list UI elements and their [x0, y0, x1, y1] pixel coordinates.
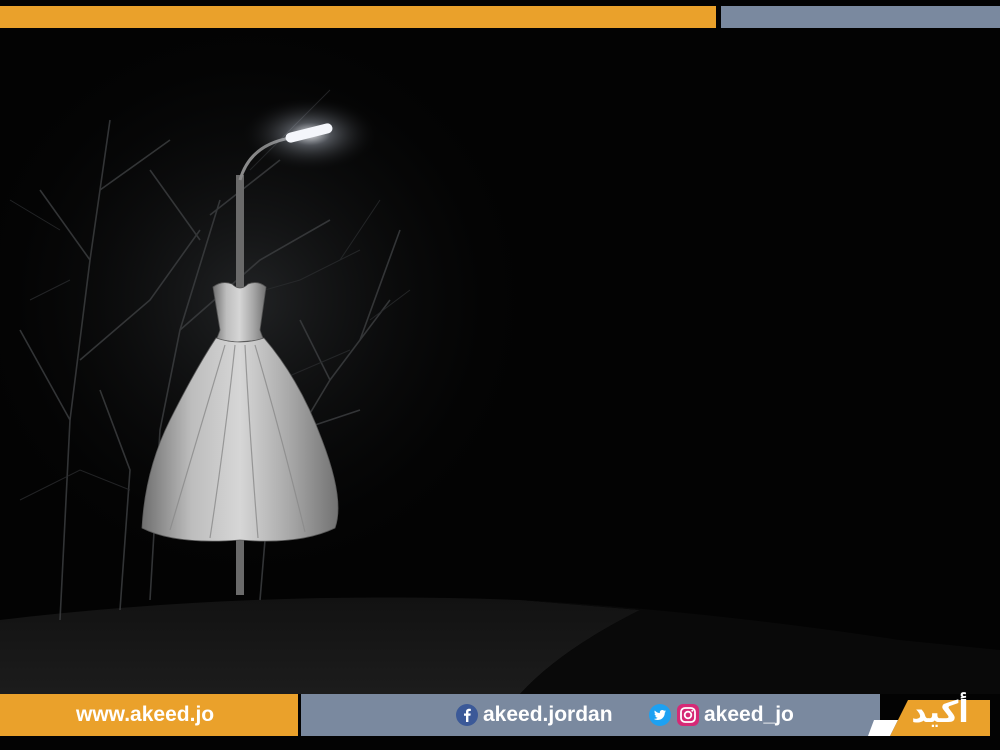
instagram-icon[interactable] [676, 703, 700, 727]
akeed-logo: أكيد [868, 692, 990, 736]
footer-bar: www.akeed.jo akeed.jordan akeed_jo أكيد [0, 692, 1000, 736]
facebook-handle: akeed.jordan [483, 703, 613, 726]
twitter-icon[interactable] [648, 703, 672, 727]
top-accent-bar-slate [721, 6, 1000, 28]
facebook-icon [455, 703, 479, 727]
facebook-link[interactable]: akeed.jordan [455, 694, 613, 736]
social-handle: akeed_jo [704, 703, 794, 726]
top-accent-bar-orange [0, 6, 716, 28]
logo-wordmark: أكيد [911, 692, 968, 730]
footer-website-panel: www.akeed.jo [0, 694, 298, 736]
social-links[interactable]: akeed_jo [648, 694, 794, 736]
night-scene-illustration [0, 0, 1000, 694]
website-link[interactable]: www.akeed.jo [76, 703, 214, 727]
